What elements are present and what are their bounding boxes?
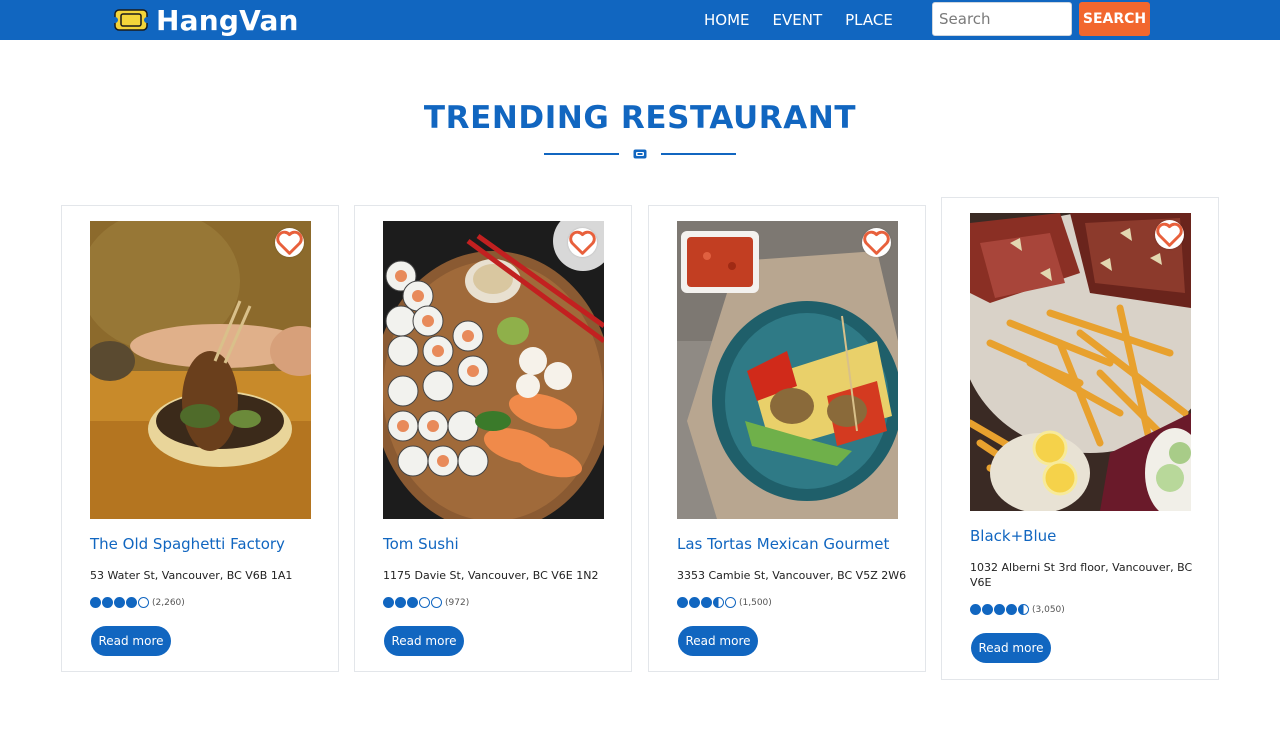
rating: (1,500) <box>677 597 772 608</box>
restaurant-name[interactable]: Black+Blue <box>970 527 1200 545</box>
title-divider <box>544 147 736 161</box>
rating-dot <box>114 597 125 608</box>
rating-dot <box>138 597 149 608</box>
rating-count: (2,260) <box>152 597 185 608</box>
rating-dot <box>725 597 736 608</box>
restaurant-card: Las Tortas Mexican Gourmet 3353 Cambie S… <box>648 205 926 672</box>
main-nav: HOME EVENT PLACE <box>704 0 916 40</box>
rating-dot <box>982 604 993 615</box>
rating-dot <box>419 597 430 608</box>
restaurant-card: Tom Sushi 1175 Davie St, Vancouver, BC V… <box>354 205 632 672</box>
rating-dot <box>713 597 724 608</box>
ticket-icon <box>633 149 647 159</box>
restaurant-address: 3353 Cambie St, Vancouver, BC V5Z 2W6 <box>677 569 907 582</box>
restaurant-card: Black+Blue 1032 Alberni St 3rd floor, Va… <box>941 197 1219 680</box>
nav-place-link[interactable]: PLACE <box>845 11 893 29</box>
search-button[interactable]: SEARCH <box>1079 2 1150 36</box>
mexican-wrap-photo <box>677 221 898 519</box>
favorite-button[interactable] <box>862 228 891 257</box>
read-more-button[interactable]: Read more <box>384 626 464 656</box>
rating-dot <box>1018 604 1029 615</box>
nav-home-link[interactable]: HOME <box>704 11 750 29</box>
nav-event-link[interactable]: EVENT <box>773 11 823 29</box>
spaghetti-photo <box>90 221 311 519</box>
sushi-photo <box>383 221 604 519</box>
restaurant-address: 1032 Alberni St 3rd floor, Vancouver, BC… <box>970 561 1193 589</box>
rating: (2,260) <box>90 597 185 608</box>
brand-name: HangVan <box>156 3 299 37</box>
rating-dot <box>994 604 1005 615</box>
restaurant-photo[interactable] <box>383 221 604 519</box>
search-input[interactable] <box>932 2 1072 36</box>
heart-outline-icon <box>1156 222 1183 247</box>
read-more-button[interactable]: Read more <box>678 626 758 656</box>
rating-dot <box>677 597 688 608</box>
rating-count: (3,050) <box>1032 604 1065 615</box>
favorite-button[interactable] <box>1155 220 1184 249</box>
rating-dot <box>689 597 700 608</box>
rating-dot <box>407 597 418 608</box>
divider-line-right <box>661 153 736 155</box>
rating: (972) <box>383 597 469 608</box>
heart-outline-icon <box>569 230 596 255</box>
section-title: TRENDING RESTAURANT <box>423 100 857 136</box>
ticket-icon <box>114 9 148 31</box>
brand-logo[interactable]: HangVan <box>114 0 299 40</box>
rating-count: (1,500) <box>739 597 772 608</box>
rating-dot <box>1006 604 1017 615</box>
restaurant-address: 1175 Davie St, Vancouver, BC V6E 1N2 <box>383 569 599 582</box>
rating-dot <box>102 597 113 608</box>
restaurant-photo[interactable] <box>677 221 898 519</box>
restaurant-name[interactable]: Tom Sushi <box>383 535 613 553</box>
divider-line-left <box>544 153 619 155</box>
favorite-button[interactable] <box>568 228 597 257</box>
steak-and-fries-photo <box>970 213 1191 511</box>
restaurant-address: 53 Water St, Vancouver, BC V6B 1A1 <box>90 569 293 582</box>
heart-outline-icon <box>276 230 303 255</box>
heart-outline-icon <box>863 230 890 255</box>
rating-dot <box>383 597 394 608</box>
rating: (3,050) <box>970 604 1065 615</box>
restaurant-photo[interactable] <box>90 221 311 519</box>
read-more-button[interactable]: Read more <box>91 626 171 656</box>
rating-dot <box>395 597 406 608</box>
restaurant-photo[interactable] <box>970 213 1191 511</box>
rating-dot <box>431 597 442 608</box>
read-more-button[interactable]: Read more <box>971 633 1051 663</box>
rating-count: (972) <box>445 597 470 608</box>
rating-dot <box>970 604 981 615</box>
rating-dot <box>126 597 137 608</box>
favorite-button[interactable] <box>275 228 304 257</box>
rating-dot <box>701 597 712 608</box>
restaurant-card: The Old Spaghetti Factory 53 Water St, V… <box>61 205 339 672</box>
rating-dot <box>90 597 101 608</box>
top-navbar: HangVan HOME EVENT PLACE SEARCH <box>0 0 1280 40</box>
restaurant-name[interactable]: The Old Spaghetti Factory <box>90 535 320 553</box>
restaurant-name[interactable]: Las Tortas Mexican Gourmet <box>677 535 907 553</box>
